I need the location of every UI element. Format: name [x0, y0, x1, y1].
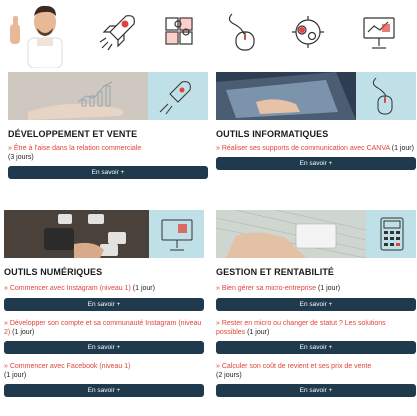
- hero-strip: [0, 0, 417, 68]
- course-item: » Développer son compte et sa communauté…: [4, 319, 204, 337]
- course-item: » Rester en micro ou changer de statut ?…: [216, 319, 416, 337]
- category-card: GESTION ET RENTABILITÉ » Bien gérer sa m…: [216, 210, 416, 397]
- en-savoir-plus-button[interactable]: En savoir +: [216, 341, 416, 354]
- course-item: » Calculer son coût de revient et ses pr…: [216, 362, 416, 380]
- en-savoir-plus-button[interactable]: En savoir +: [216, 157, 416, 170]
- course-link[interactable]: » Commencer avec Facebook (niveau 1): [4, 363, 130, 370]
- course-item: » Être à l'aise dans la relation commerc…: [8, 144, 208, 162]
- category-banner: [216, 72, 416, 120]
- course-duration: (3 jours): [8, 154, 34, 161]
- category-title: OUTILS NUMÉRIQUES: [4, 267, 103, 277]
- course-item: » Bien gérer sa micro-entreprise (1 jour…: [216, 284, 416, 293]
- en-savoir-plus-button[interactable]: En savoir +: [216, 384, 416, 397]
- course-link[interactable]: » Réaliser ses supports de communication…: [216, 145, 390, 152]
- course-duration: (1 jour): [130, 285, 155, 292]
- en-savoir-plus-button[interactable]: En savoir +: [216, 298, 416, 311]
- course-link[interactable]: » Être à l'aise dans la relation commerc…: [8, 145, 141, 152]
- course-duration: (1 jour): [389, 145, 414, 152]
- category-banner: [8, 72, 208, 120]
- course-duration: (2 jours): [216, 372, 242, 379]
- category-title: OUTILS INFORMATIQUES: [216, 129, 329, 139]
- course-duration: (1 jour): [245, 329, 270, 336]
- gears-icon: [292, 16, 324, 48]
- category-card: OUTILS NUMÉRIQUES » Commencer avec Insta…: [4, 210, 204, 397]
- puzzle-icon: [165, 17, 193, 45]
- category-title: DÉVELOPPEMENT ET VENTE: [8, 129, 138, 139]
- course-duration: (1 jour): [10, 329, 35, 336]
- person-thumb-icon: [10, 5, 63, 68]
- course-item: » Commencer avec Facebook (niveau 1) (1 …: [4, 362, 204, 380]
- category-banner: [216, 210, 416, 258]
- course-duration: (1 jour): [316, 285, 341, 292]
- course-item: » Réaliser ses supports de communication…: [216, 144, 416, 153]
- presentation-icon: [363, 17, 395, 49]
- en-savoir-plus-button[interactable]: En savoir +: [8, 166, 208, 179]
- en-savoir-plus-button[interactable]: En savoir +: [4, 384, 204, 397]
- en-savoir-plus-button[interactable]: En savoir +: [4, 341, 204, 354]
- category-card: OUTILS INFORMATIQUES » Réaliser ses supp…: [216, 72, 416, 170]
- category-title: GESTION ET RENTABILITÉ: [216, 267, 335, 277]
- course-link[interactable]: » Calculer son coût de revient et ses pr…: [216, 363, 371, 370]
- category-banner: [4, 210, 204, 258]
- rocket-icon: [99, 15, 135, 51]
- course-item: » Commencer avec Instagram (niveau 1) (1…: [4, 284, 204, 293]
- course-link[interactable]: » Bien gérer sa micro-entreprise: [216, 285, 316, 292]
- course-link[interactable]: » Rester en micro ou changer de statut ?…: [216, 320, 386, 336]
- category-card: DÉVELOPPEMENT ET VENTE » Être à l'aise d…: [8, 72, 208, 179]
- en-savoir-plus-button[interactable]: En savoir +: [4, 298, 204, 311]
- course-link[interactable]: » Commencer avec Instagram (niveau 1): [4, 285, 131, 292]
- course-duration: (1 jour): [4, 372, 27, 379]
- mouse-icon: [228, 13, 255, 51]
